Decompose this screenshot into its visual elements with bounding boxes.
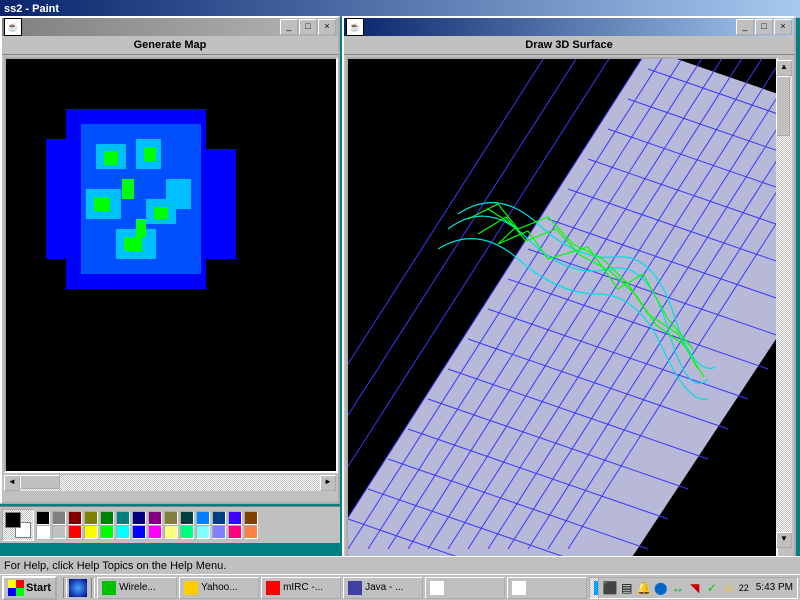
tray-icon[interactable]: 🔔	[637, 581, 651, 595]
color-swatch[interactable]	[212, 525, 226, 539]
task-label: Yahoo...	[201, 582, 238, 593]
task-label: mIRC -...	[283, 582, 323, 593]
color-swatch[interactable]	[52, 525, 66, 539]
color-swatch[interactable]	[84, 511, 98, 525]
scroll-down-button[interactable]: ▼	[776, 532, 792, 548]
color-swatch[interactable]	[116, 511, 130, 525]
task-icon	[430, 581, 444, 595]
color-swatch[interactable]	[148, 525, 162, 539]
color-swatches	[36, 511, 260, 539]
task-button[interactable]	[425, 577, 505, 599]
task-buttons: Wirele... Yahoo... mIRC -... Java - ... ss2 …	[97, 577, 598, 599]
tray-icon[interactable]: ↔	[671, 581, 685, 595]
quicklaunch-icon[interactable]	[69, 579, 87, 597]
color-swatch[interactable]	[100, 511, 114, 525]
color-swatch[interactable]	[164, 525, 178, 539]
fgbg-selector[interactable]	[2, 509, 34, 541]
color-swatch[interactable]	[196, 525, 210, 539]
close-button[interactable]: ×	[318, 19, 336, 35]
start-label: Start	[26, 582, 51, 594]
scroll-left-button[interactable]: ◄	[4, 475, 20, 491]
tray-icon[interactable]: ▤	[620, 581, 634, 595]
color-palette	[0, 506, 340, 543]
color-swatch[interactable]	[68, 511, 82, 525]
task-button[interactable]	[507, 577, 587, 599]
system-tray: ⬛ ▤ 🔔 ⬤ ↔ ◥ ✓ ☺ 22 5:43 PM	[598, 577, 798, 599]
task-icon	[512, 581, 526, 595]
app-title-left: Generate Map	[2, 36, 338, 55]
task-button[interactable]: Yahoo...	[179, 577, 259, 599]
task-button[interactable]: Java - ...	[343, 577, 423, 599]
color-swatch[interactable]	[84, 525, 98, 539]
task-icon	[184, 581, 198, 595]
minimize-button[interactable]: _	[280, 19, 298, 35]
taskbar: Start Wirele... Yahoo... mIRC -... Java - .…	[0, 574, 800, 600]
color-swatch[interactable]	[36, 511, 50, 525]
close-button[interactable]: ×	[774, 19, 792, 35]
tray-icon[interactable]: ◥	[688, 581, 702, 595]
task-button[interactable]: mIRC -...	[261, 577, 341, 599]
tray-icon[interactable]: ⬤	[654, 581, 668, 595]
surface-canvas[interactable]	[346, 57, 778, 563]
taskbar-divider	[63, 578, 67, 598]
color-swatch[interactable]	[164, 511, 178, 525]
java-icon: ☕	[4, 18, 22, 36]
quick-launch	[69, 579, 87, 597]
titlebar-left[interactable]: ☕ _ □ ×	[2, 18, 338, 36]
color-swatch[interactable]	[132, 525, 146, 539]
titlebar-right[interactable]: ☕ _ □ ×	[344, 18, 794, 36]
color-swatch[interactable]	[36, 525, 50, 539]
start-button[interactable]: Start	[2, 576, 57, 600]
color-swatch[interactable]	[244, 525, 258, 539]
scrollbar-vertical-right[interactable]: ▲ ▼	[776, 60, 792, 548]
scroll-right-button[interactable]: ►	[320, 475, 336, 491]
color-swatch[interactable]	[100, 525, 114, 539]
map-canvas[interactable]	[4, 57, 338, 473]
maximize-button[interactable]: □	[755, 19, 773, 35]
tray-icon[interactable]: ☺	[722, 581, 736, 595]
color-swatch[interactable]	[228, 511, 242, 525]
task-icon	[102, 581, 116, 595]
color-swatch[interactable]	[116, 525, 130, 539]
scroll-track[interactable]	[20, 475, 320, 491]
tray-icon[interactable]: ⬛	[603, 581, 617, 595]
color-swatch[interactable]	[52, 511, 66, 525]
maximize-button[interactable]: □	[299, 19, 317, 35]
task-label: Java - ...	[365, 582, 403, 593]
status-bar: For Help, click Help Topics on the Help …	[0, 556, 800, 574]
taskbar-divider	[91, 578, 95, 598]
color-swatch[interactable]	[244, 511, 258, 525]
task-icon	[266, 581, 280, 595]
app-title-right: Draw 3D Surface	[344, 36, 794, 55]
task-button[interactable]: ss2 - P...	[589, 577, 598, 599]
draw-3d-window: ☕ _ □ × Draw 3D Surface	[342, 16, 796, 570]
color-swatch[interactable]	[212, 511, 226, 525]
color-swatch[interactable]	[180, 525, 194, 539]
color-swatch[interactable]	[132, 511, 146, 525]
color-swatch[interactable]	[148, 511, 162, 525]
color-swatch[interactable]	[228, 525, 242, 539]
tray-icon[interactable]: ✓	[705, 581, 719, 595]
color-swatch[interactable]	[180, 511, 194, 525]
task-icon	[348, 581, 362, 595]
desktop: ss2 - Paint ☕ _ □ × Generate Map	[0, 0, 800, 600]
generate-map-window: ☕ _ □ × Generate Map	[0, 16, 340, 504]
color-swatch[interactable]	[68, 525, 82, 539]
task-button[interactable]: Wirele...	[97, 577, 177, 599]
color-swatch[interactable]	[196, 511, 210, 525]
foreground-swatch	[5, 512, 21, 528]
scroll-up-button[interactable]: ▲	[776, 60, 792, 76]
java-icon: ☕	[346, 18, 364, 36]
task-label: Wirele...	[119, 582, 156, 593]
minimize-button[interactable]: _	[736, 19, 754, 35]
windows-logo-icon	[8, 580, 24, 596]
scrollbar-horizontal-left[interactable]: ◄ ►	[4, 475, 336, 491]
clock[interactable]: 5:43 PM	[756, 582, 793, 593]
tray-count: 22	[739, 583, 749, 593]
